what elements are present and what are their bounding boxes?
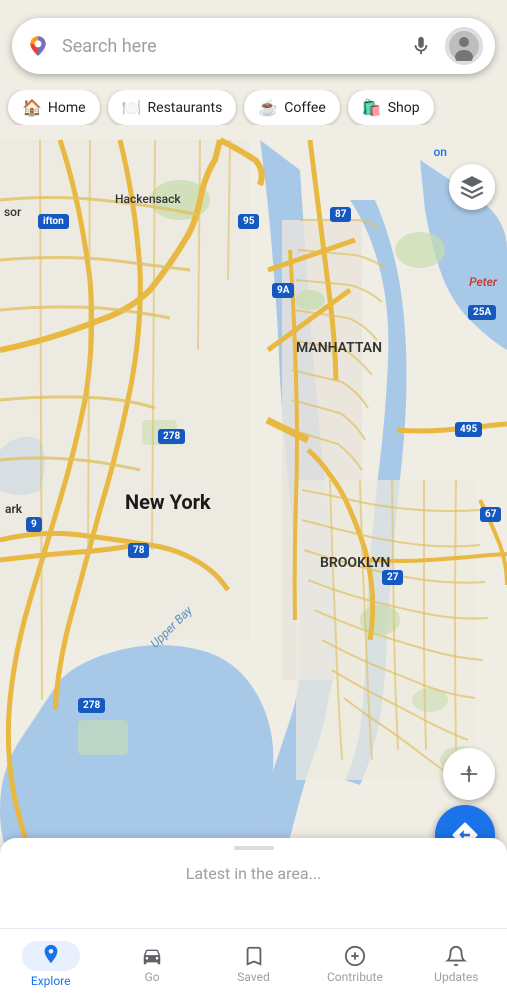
updates-label: Updates: [434, 970, 478, 984]
nav-item-explore[interactable]: Explore: [0, 941, 101, 988]
nav-item-updates[interactable]: Updates: [406, 945, 507, 984]
bottom-nav: Explore Go Saved Contribute Updates: [0, 928, 507, 1000]
maps-pin-icon: [24, 32, 52, 60]
chip-coffee[interactable]: ☕ Coffee: [244, 90, 339, 125]
mic-button[interactable]: [403, 28, 439, 64]
updates-icon: [445, 945, 467, 967]
chips-row: 🏠 Home 🍽️ Restaurants ☕ Coffee 🛍️ Shop: [0, 90, 507, 125]
home-icon: 🏠: [22, 98, 42, 117]
restaurants-icon: 🍽️: [122, 98, 142, 117]
compass-button[interactable]: [443, 748, 495, 800]
chip-shopping[interactable]: 🛍️ Shop: [348, 90, 434, 125]
chip-coffee-label: Coffee: [284, 100, 326, 116]
sheet-handle: [234, 846, 274, 850]
chip-restaurants-label: Restaurants: [148, 100, 223, 116]
coffee-icon: ☕: [258, 98, 278, 117]
shopping-icon: 🛍️: [362, 98, 382, 117]
bottom-sheet[interactable]: Latest in the area...: [0, 838, 507, 928]
sheet-title: Latest in the area...: [186, 864, 322, 883]
contribute-icon: [344, 945, 366, 967]
explore-icon-wrap: [22, 941, 80, 971]
saved-label: Saved: [237, 970, 269, 984]
search-placeholder: Search here: [62, 36, 403, 57]
nav-item-saved[interactable]: Saved: [203, 945, 304, 984]
go-label: Go: [145, 970, 160, 984]
go-icon: [139, 945, 165, 967]
chip-home-label: Home: [48, 100, 86, 116]
saved-icon: [243, 945, 265, 967]
nav-item-contribute[interactable]: Contribute: [304, 945, 405, 984]
layer-toggle-button[interactable]: [449, 164, 495, 210]
nav-item-go[interactable]: Go: [101, 945, 202, 984]
chip-shopping-label: Shop: [388, 100, 420, 116]
chip-home[interactable]: 🏠 Home: [8, 90, 100, 125]
contribute-label: Contribute: [327, 970, 383, 984]
explore-label: Explore: [31, 974, 71, 988]
user-avatar[interactable]: [445, 27, 483, 65]
chip-restaurants[interactable]: 🍽️ Restaurants: [108, 90, 237, 125]
search-bar[interactable]: Search here: [12, 18, 495, 74]
